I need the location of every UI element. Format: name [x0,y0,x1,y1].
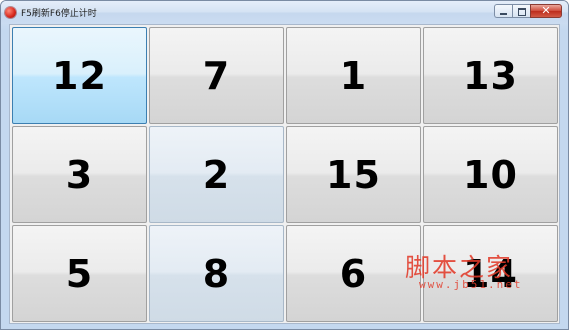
close-icon: ✕ [541,4,551,17]
tile-grid: 12 7 1 13 3 2 15 10 5 8 6 14 [12,27,558,322]
tile-number: 8 [202,251,231,296]
tile-number: 7 [202,53,231,98]
window-title: F5刷新F6停止计时 [21,9,97,19]
puzzle-tile[interactable]: 5 [12,225,147,322]
puzzle-tile[interactable]: 1 [286,27,421,124]
close-button[interactable]: ✕ [530,4,562,18]
tile-number: 3 [65,152,94,197]
minimize-button[interactable] [494,4,512,18]
puzzle-tile[interactable]: 13 [423,27,558,124]
puzzle-tile[interactable]: 15 [286,126,421,223]
tile-number: 10 [463,152,518,197]
window-controls: ✕ [494,4,562,20]
puzzle-tile[interactable]: 7 [149,27,284,124]
puzzle-tile[interactable]: 14 [423,225,558,322]
puzzle-tile[interactable]: 12 [12,27,147,124]
puzzle-tile[interactable]: 2 [149,126,284,223]
tile-number: 12 [52,53,107,98]
maximize-button[interactable] [512,4,530,18]
tile-number: 15 [326,152,381,197]
puzzle-board: 12 7 1 13 3 2 15 10 5 8 6 14 [9,24,560,324]
tile-number: 6 [339,251,368,296]
title-bar[interactable]: F5刷新F6停止计时 ✕ [1,1,568,24]
app-icon[interactable] [5,7,16,18]
tile-number: 14 [463,251,518,296]
puzzle-tile[interactable]: 10 [423,126,558,223]
tile-number: 1 [339,53,368,98]
tile-number: 13 [463,53,518,98]
puzzle-tile[interactable]: 6 [286,225,421,322]
app-window: F5刷新F6停止计时 ✕ 12 7 1 13 3 2 15 10 5 8 6 1… [0,0,569,330]
puzzle-tile[interactable]: 8 [149,225,284,322]
puzzle-tile[interactable]: 3 [12,126,147,223]
tile-number: 5 [65,251,94,296]
tile-number: 2 [202,152,231,197]
